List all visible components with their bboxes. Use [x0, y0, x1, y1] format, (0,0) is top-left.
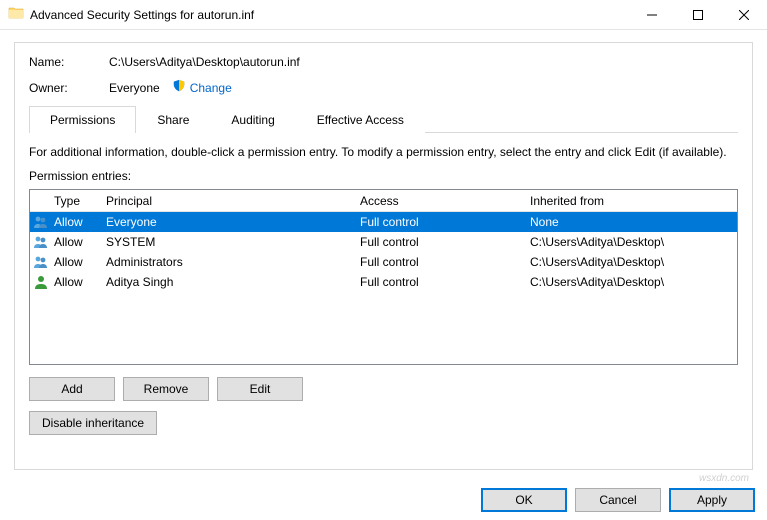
- group-icon: [30, 234, 52, 250]
- ok-button[interactable]: OK: [481, 488, 567, 512]
- cell-type: Allow: [52, 275, 104, 289]
- tab-share[interactable]: Share: [136, 106, 210, 133]
- cell-access: Full control: [358, 255, 528, 269]
- tab-effective-access[interactable]: Effective Access: [296, 106, 425, 133]
- table-row[interactable]: AllowAditya SinghFull controlC:\Users\Ad…: [30, 272, 737, 292]
- cell-principal: Everyone: [104, 215, 358, 229]
- cell-inherited: None: [528, 215, 737, 229]
- col-header-type[interactable]: Type: [52, 194, 104, 208]
- table-row[interactable]: AllowSYSTEMFull controlC:\Users\Aditya\D…: [30, 232, 737, 252]
- cancel-button[interactable]: Cancel: [575, 488, 661, 512]
- group-icon: [30, 254, 52, 270]
- cell-type: Allow: [52, 215, 104, 229]
- cell-type: Allow: [52, 255, 104, 269]
- window-title: Advanced Security Settings for autorun.i…: [24, 8, 629, 22]
- tab-auditing[interactable]: Auditing: [210, 106, 295, 133]
- cell-inherited: C:\Users\Aditya\Desktop\: [528, 235, 737, 249]
- watermark: wsxdn.com: [699, 473, 749, 484]
- info-text: For additional information, double-click…: [29, 145, 738, 159]
- cell-principal: SYSTEM: [104, 235, 358, 249]
- shield-icon: [172, 79, 190, 96]
- cell-access: Full control: [358, 215, 528, 229]
- tab-permissions[interactable]: Permissions: [29, 106, 136, 133]
- table-row[interactable]: AllowEveryoneFull controlNone: [30, 212, 737, 232]
- table-row[interactable]: AllowAdministratorsFull controlC:\Users\…: [30, 252, 737, 272]
- change-owner-link[interactable]: Change: [190, 81, 232, 95]
- main-panel: Name: C:\Users\Aditya\Desktop\autorun.in…: [14, 42, 753, 470]
- list-header: Type Principal Access Inherited from: [30, 190, 737, 212]
- cell-inherited: C:\Users\Aditya\Desktop\: [528, 275, 737, 289]
- edit-button[interactable]: Edit: [217, 377, 303, 401]
- cell-inherited: C:\Users\Aditya\Desktop\: [528, 255, 737, 269]
- cell-access: Full control: [358, 235, 528, 249]
- col-header-inherited[interactable]: Inherited from: [528, 194, 737, 208]
- maximize-button[interactable]: [675, 0, 721, 30]
- cell-access: Full control: [358, 275, 528, 289]
- col-header-principal[interactable]: Principal: [104, 194, 358, 208]
- remove-button[interactable]: Remove: [123, 377, 209, 401]
- add-button[interactable]: Add: [29, 377, 115, 401]
- col-header-access[interactable]: Access: [358, 194, 528, 208]
- tab-bar: Permissions Share Auditing Effective Acc…: [29, 106, 738, 133]
- cell-principal: Aditya Singh: [104, 275, 358, 289]
- entries-label: Permission entries:: [29, 169, 738, 183]
- titlebar: Advanced Security Settings for autorun.i…: [0, 0, 767, 30]
- folder-icon: [8, 5, 24, 24]
- group-icon: [30, 214, 52, 230]
- close-button[interactable]: [721, 0, 767, 30]
- minimize-button[interactable]: [629, 0, 675, 30]
- permission-entries-list[interactable]: Type Principal Access Inherited from All…: [29, 189, 738, 365]
- person-icon: [30, 274, 52, 290]
- dialog-footer: OK Cancel Apply: [481, 488, 755, 512]
- name-value: C:\Users\Aditya\Desktop\autorun.inf: [109, 55, 300, 69]
- cell-principal: Administrators: [104, 255, 358, 269]
- owner-value: Everyone: [109, 81, 160, 95]
- apply-button[interactable]: Apply: [669, 488, 755, 512]
- owner-label: Owner:: [29, 81, 109, 95]
- disable-inheritance-button[interactable]: Disable inheritance: [29, 411, 157, 435]
- cell-type: Allow: [52, 235, 104, 249]
- name-label: Name:: [29, 55, 109, 69]
